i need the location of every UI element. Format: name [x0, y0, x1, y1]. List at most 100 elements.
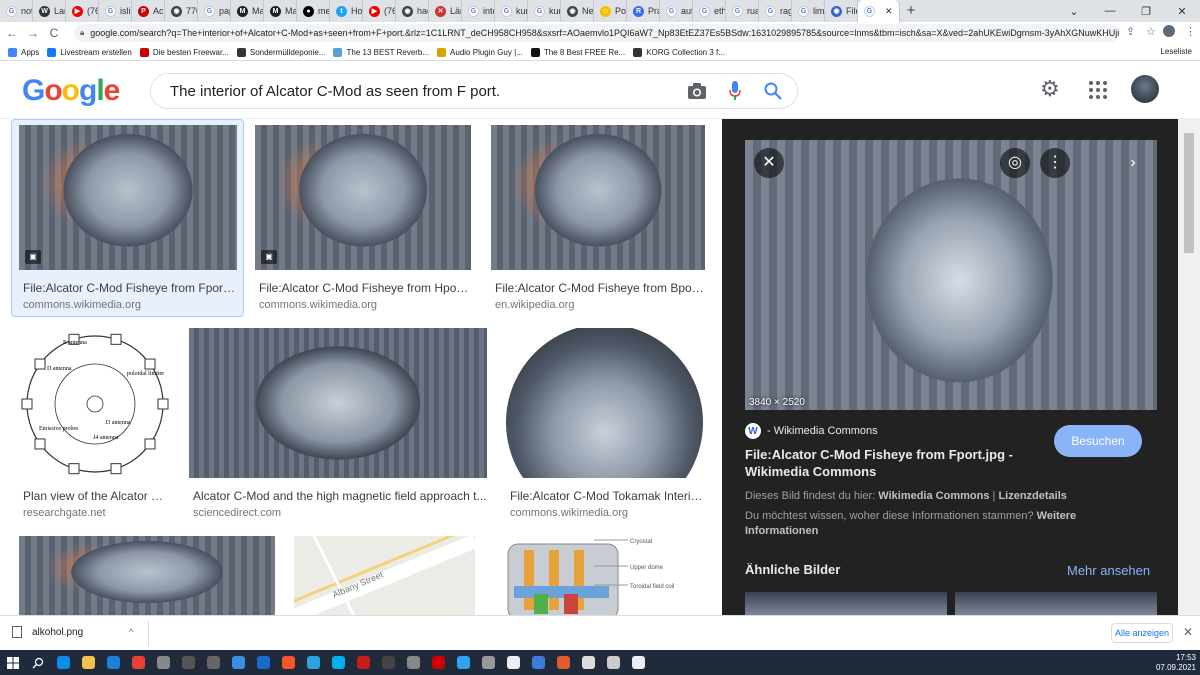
chevron-up-icon[interactable]: ^ — [129, 627, 133, 637]
close-icon[interactable]: ✕ — [1164, 5, 1200, 18]
image-result[interactable]: ▣ File:Alcator C-Mod Fisheye from Hport..… — [255, 125, 471, 315]
share-icon[interactable]: ⇪ — [1126, 25, 1135, 38]
result-source[interactable]: researchgate.net — [23, 507, 106, 519]
image-result[interactable]: File:Alcator C-Mod Fisheye from Bport...… — [491, 125, 705, 315]
panel-source[interactable]: W - Wikimedia Commons — [745, 423, 878, 439]
bookmark-item[interactable]: The 13 BEST Reverb... — [333, 47, 429, 57]
avatar[interactable] — [1131, 75, 1159, 103]
camera-icon[interactable] — [687, 82, 707, 100]
telegram-icon[interactable] — [301, 653, 325, 673]
result-thumbnail[interactable]: Albany Street — [294, 536, 475, 615]
bookmark-item[interactable]: Die besten Freewar... — [139, 47, 229, 57]
panel-title[interactable]: File:Alcator C-Mod Fisheye from Fport.jp… — [745, 446, 1045, 480]
new-tab-button[interactable]: + — [900, 0, 922, 22]
result-source[interactable]: commons.wikimedia.org — [259, 299, 377, 311]
reload-button[interactable]: C — [45, 26, 63, 40]
bookmark-item[interactable]: Livestream erstellen — [47, 47, 132, 57]
tab[interactable]: ☺ Pos — [594, 0, 627, 22]
tab[interactable]: ◉ File — [825, 0, 858, 22]
download-item[interactable]: alkohol.png — [12, 626, 83, 638]
skype-icon[interactable] — [326, 653, 350, 673]
app-icon[interactable] — [376, 653, 400, 673]
back-button[interactable]: ← — [3, 26, 21, 40]
result-source[interactable]: en.wikipedia.org — [495, 299, 575, 311]
tab[interactable]: M Ma — [264, 0, 297, 22]
result-thumbnail[interactable]: ▣ — [255, 125, 471, 270]
address-bar[interactable]: 🔒︎ google.com/search?q=The+interior+of+A… — [74, 24, 1119, 42]
image-result[interactable]: File:Alcator C-Mod Tokamak Interio... com… — [506, 328, 703, 523]
tab[interactable]: P Ach — [132, 0, 165, 22]
image-result[interactable] — [19, 536, 275, 615]
close-icon[interactable]: ✕ — [1183, 625, 1193, 639]
tab[interactable]: Gnot — [0, 0, 33, 22]
found-link[interactable]: Wikimedia Commons — [878, 490, 989, 502]
close-icon[interactable]: ✕ — [754, 148, 784, 178]
tab[interactable]: ◉ hac — [396, 0, 429, 22]
show-all-button[interactable]: Alle anzeigen — [1111, 623, 1173, 643]
tab[interactable]: t Hor — [330, 0, 363, 22]
tab[interactable]: ◉ 770 — [165, 0, 198, 22]
more-options-icon[interactable]: ⋮ — [1040, 148, 1070, 178]
visit-button[interactable]: Besuchen — [1054, 425, 1142, 457]
tab-close-icon[interactable]: ✕ — [885, 6, 893, 17]
reading-list[interactable]: Leseliste — [1160, 47, 1192, 56]
tab[interactable]: Gislie — [99, 0, 132, 22]
app-icon[interactable] — [626, 653, 650, 673]
see-more-link[interactable]: Mehr ansehen — [1067, 563, 1150, 578]
brave-icon[interactable] — [276, 653, 300, 673]
result-title[interactable]: Alcator C-Mod and the high magnetic fiel… — [193, 489, 487, 503]
result-thumbnail[interactable] — [491, 125, 705, 270]
search-icon[interactable] — [763, 81, 783, 101]
bookmark-item[interactable]: Audio Plugin Guy |... — [437, 47, 523, 57]
similar-thumb[interactable] — [745, 592, 947, 615]
app-icon[interactable] — [501, 653, 525, 673]
tab-search-icon[interactable]: ⌄ — [1056, 5, 1092, 18]
app-icon[interactable] — [251, 653, 275, 673]
app-icon[interactable] — [526, 653, 550, 673]
settings-gear-icon[interactable]: ⚙ — [1040, 78, 1060, 100]
app-icon[interactable] — [351, 653, 375, 673]
result-thumbnail[interactable]: E antenna D antenna poloidal limiter J3 ant… — [19, 328, 171, 478]
result-source[interactable]: commons.wikimedia.org — [23, 299, 141, 311]
tab[interactable]: Gauti — [660, 0, 693, 22]
app-icon[interactable] — [401, 653, 425, 673]
app-icon[interactable] — [426, 653, 450, 673]
result-title[interactable]: File:Alcator C-Mod Fisheye from Bport... — [495, 281, 705, 295]
google-logo[interactable]: Google — [22, 74, 120, 108]
tab[interactable]: Gruas — [726, 0, 759, 22]
image-result[interactable]: Alcator C-Mod and the high magnetic fiel… — [189, 328, 487, 523]
tab[interactable]: ● me — [297, 0, 330, 22]
result-thumbnail[interactable]: Cryostat Upper dome Toroidal field coil — [494, 536, 704, 615]
tab[interactable]: ✕ Län — [429, 0, 462, 22]
image-result[interactable]: Albany Street — [294, 536, 475, 615]
tab[interactable]: Grag — [759, 0, 792, 22]
result-thumbnail[interactable] — [19, 536, 275, 615]
tab[interactable]: Glimi — [792, 0, 825, 22]
bookmark-item[interactable]: Sondermülldeponie... — [236, 47, 325, 57]
app-icon[interactable] — [451, 653, 475, 673]
image-result[interactable]: Cryostat Upper dome Toroidal field coil — [494, 536, 704, 615]
image-result[interactable]: E antenna D antenna poloidal limiter J3 ant… — [19, 328, 171, 523]
clock[interactable]: 17:53 07.09.2021 — [1156, 653, 1196, 673]
maximize-icon[interactable]: ❐ — [1128, 5, 1164, 18]
start-icon[interactable] — [1, 653, 25, 673]
minimize-icon[interactable]: — — [1092, 5, 1128, 17]
image-result[interactable]: ▣ File:Alcator C-Mod Fisheye from Fport.j… — [19, 125, 237, 315]
scrollbar[interactable] — [1178, 119, 1200, 615]
search-icon[interactable] — [26, 653, 50, 673]
edge-icon[interactable] — [51, 653, 75, 673]
tab[interactable]: R Pral — [627, 0, 660, 22]
license-link[interactable]: Lizenzdetails — [998, 490, 1066, 502]
apps-grid-icon[interactable] — [1089, 81, 1107, 99]
tab[interactable]: Gkurs — [528, 0, 561, 22]
mic-icon[interactable] — [729, 80, 741, 102]
mail-icon[interactable] — [101, 653, 125, 673]
app-icon[interactable] — [151, 653, 175, 673]
explorer-icon[interactable] — [76, 653, 100, 673]
app-icon[interactable] — [226, 653, 250, 673]
tab[interactable]: ▶ (76 — [66, 0, 99, 22]
search-box[interactable]: The interior of Alcator C-Mod as seen fr… — [150, 73, 798, 109]
result-title[interactable]: Plan view of the Alcator C-... — [23, 489, 171, 503]
profile-avatar-icon[interactable] — [1163, 25, 1175, 37]
next-arrow-icon[interactable]: › — [1118, 148, 1148, 178]
